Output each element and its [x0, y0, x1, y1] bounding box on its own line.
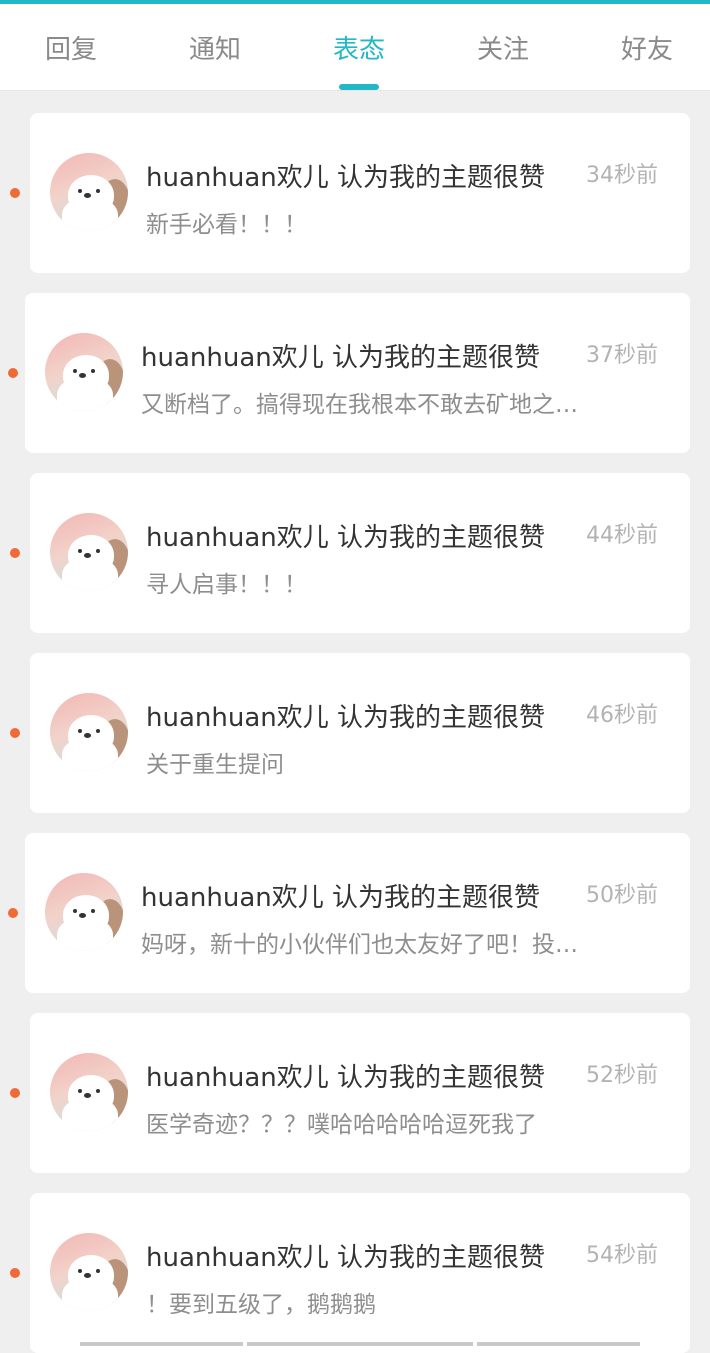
avatar[interactable] [50, 153, 128, 231]
tab-friends[interactable]: 好友 [576, 4, 710, 90]
timestamp: 52秒前 [586, 1063, 658, 1088]
action-text: 认为我的主题很赞 [332, 343, 541, 373]
notification-card[interactable]: huanhuan欢儿 认为我的主题很赞 50秒前 妈呀，新十的小伙伴们也太友好了… [25, 833, 690, 993]
notification-list: huanhuan欢儿 认为我的主题很赞 34秒前 新手必看！！！ huanhua… [0, 91, 710, 1353]
avatar[interactable] [45, 873, 123, 951]
post-title[interactable]: 新手必看！！！ [146, 205, 646, 239]
unread-dot [10, 1088, 20, 1098]
user-name[interactable]: huanhuan欢儿 [146, 1063, 329, 1093]
avatar[interactable] [50, 513, 128, 591]
post-title[interactable]: 寻人启事！！！ [146, 565, 646, 599]
tab-label: 回复 [44, 34, 97, 65]
tab-label: 关注 [476, 34, 529, 65]
user-name[interactable]: huanhuan欢儿 [146, 163, 329, 193]
notification-title: huanhuan欢儿 认为我的主题很赞 [141, 337, 540, 374]
unread-dot [8, 908, 18, 918]
unread-dot [10, 188, 20, 198]
notification-title: huanhuan欢儿 认为我的主题很赞 [146, 157, 545, 194]
action-text: 认为我的主题很赞 [337, 703, 546, 733]
unread-dot [8, 368, 18, 378]
timestamp: 46秒前 [586, 703, 658, 728]
bottom-divider [80, 1342, 243, 1346]
action-text: 认为我的主题很赞 [337, 523, 546, 553]
action-text: 认为我的主题很赞 [332, 883, 541, 913]
timestamp: 34秒前 [586, 163, 658, 188]
notification-card[interactable]: huanhuan欢儿 认为我的主题很赞 34秒前 新手必看！！！ [30, 113, 690, 273]
notification-title: huanhuan欢儿 认为我的主题很赞 [146, 1237, 545, 1274]
notification-card[interactable]: huanhuan欢儿 认为我的主题很赞 52秒前 医学奇迹？？？噗哈哈哈哈哈逗死… [30, 1013, 690, 1173]
timestamp: 44秒前 [586, 523, 658, 548]
notification-card[interactable]: huanhuan欢儿 认为我的主题很赞 46秒前 关于重生提问 [30, 653, 690, 813]
post-title[interactable]: ！要到五级了，鹅鹅鹅 [146, 1285, 646, 1319]
tab-notifications[interactable]: 通知 [144, 4, 286, 90]
action-text: 认为我的主题很赞 [337, 1243, 546, 1273]
user-name[interactable]: huanhuan欢儿 [141, 883, 324, 913]
unread-dot [10, 728, 20, 738]
timestamp: 54秒前 [586, 1243, 658, 1268]
post-title[interactable]: 医学奇迹？？？噗哈哈哈哈哈逗死我了 [146, 1105, 646, 1139]
tab-label: 表态 [332, 34, 385, 65]
avatar[interactable] [45, 333, 123, 411]
tab-underline [339, 84, 379, 90]
notification-title: huanhuan欢儿 认为我的主题很赞 [146, 517, 545, 554]
avatar[interactable] [50, 693, 128, 771]
user-name[interactable]: huanhuan欢儿 [141, 343, 324, 373]
post-title[interactable]: 又断档了。搞得现在我根本不敢去矿地之… [141, 385, 641, 419]
tab-replies[interactable]: 回复 [0, 4, 142, 90]
post-title[interactable]: 妈呀，新十的小伙伴们也太友好了吧！投… [141, 925, 641, 959]
timestamp: 37秒前 [586, 343, 658, 368]
avatar[interactable] [50, 1053, 128, 1131]
notification-title: huanhuan欢儿 认为我的主题很赞 [146, 1057, 545, 1094]
tab-reactions[interactable]: 表态 [288, 4, 430, 90]
notification-card[interactable]: huanhuan欢儿 认为我的主题很赞 54秒前 ！要到五级了，鹅鹅鹅 [30, 1193, 690, 1353]
tab-label: 通知 [188, 34, 241, 65]
notification-card[interactable]: huanhuan欢儿 认为我的主题很赞 44秒前 寻人启事！！！ [30, 473, 690, 633]
action-text: 认为我的主题很赞 [337, 1063, 546, 1093]
tab-label: 好友 [620, 34, 673, 65]
action-text: 认为我的主题很赞 [337, 163, 546, 193]
post-title[interactable]: 关于重生提问 [146, 745, 646, 779]
bottom-divider [477, 1342, 640, 1346]
unread-dot [10, 1268, 20, 1278]
user-name[interactable]: huanhuan欢儿 [146, 703, 329, 733]
user-name[interactable]: huanhuan欢儿 [146, 1243, 329, 1273]
timestamp: 50秒前 [586, 883, 658, 908]
tab-bar: 回复 通知 表态 关注 好友 [0, 4, 710, 91]
notification-card[interactable]: huanhuan欢儿 认为我的主题很赞 37秒前 又断档了。搞得现在我根本不敢去… [25, 293, 690, 453]
notification-title: huanhuan欢儿 认为我的主题很赞 [146, 697, 545, 734]
bottom-divider [247, 1342, 473, 1346]
user-name[interactable]: huanhuan欢儿 [146, 523, 329, 553]
unread-dot [10, 548, 20, 558]
tab-following[interactable]: 关注 [432, 4, 574, 90]
notification-title: huanhuan欢儿 认为我的主题很赞 [141, 877, 540, 914]
avatar[interactable] [50, 1233, 128, 1311]
